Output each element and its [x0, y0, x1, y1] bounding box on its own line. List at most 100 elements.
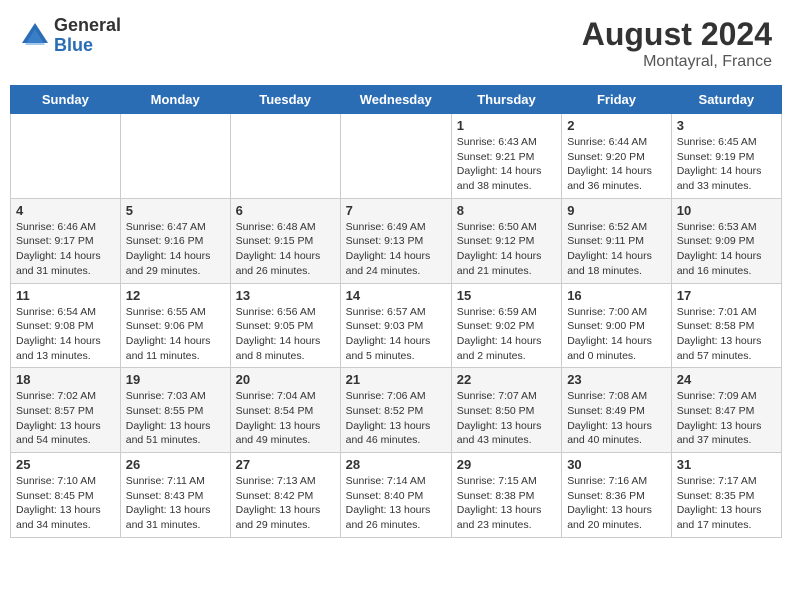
- day-number: 16: [567, 288, 666, 303]
- day-number: 23: [567, 372, 666, 387]
- day-info: Sunrise: 6:54 AM Sunset: 9:08 PM Dayligh…: [16, 305, 115, 364]
- day-info: Sunrise: 7:11 AM Sunset: 8:43 PM Dayligh…: [126, 474, 225, 533]
- day-number: 20: [236, 372, 335, 387]
- calendar-day-11: 11 Sunrise: 6:54 AM Sunset: 9:08 PM Dayli…: [11, 283, 121, 368]
- calendar-day-2: 2 Sunrise: 6:44 AM Sunset: 9:20 PM Daylig…: [562, 114, 672, 199]
- calendar-day-15: 15 Sunrise: 6:59 AM Sunset: 9:02 PM Dayli…: [451, 283, 561, 368]
- day-number: 25: [16, 457, 115, 472]
- month-year: August 2024: [582, 16, 772, 53]
- calendar-day-29: 29 Sunrise: 7:15 AM Sunset: 8:38 PM Dayli…: [451, 453, 561, 538]
- day-info: Sunrise: 7:02 AM Sunset: 8:57 PM Dayligh…: [16, 389, 115, 448]
- weekday-header-friday: Friday: [562, 86, 672, 114]
- day-number: 17: [677, 288, 776, 303]
- empty-cell: [11, 114, 121, 199]
- day-number: 27: [236, 457, 335, 472]
- weekday-header-monday: Monday: [120, 86, 230, 114]
- day-info: Sunrise: 6:44 AM Sunset: 9:20 PM Dayligh…: [567, 135, 666, 194]
- day-info: Sunrise: 6:45 AM Sunset: 9:19 PM Dayligh…: [677, 135, 776, 194]
- calendar-day-16: 16Sunrise: 7:00 AM Sunset: 9:00 PM Dayli…: [562, 283, 672, 368]
- day-number: 29: [457, 457, 556, 472]
- day-info: Sunrise: 6:59 AM Sunset: 9:02 PM Dayligh…: [457, 305, 556, 364]
- empty-cell: [340, 114, 451, 199]
- calendar-day-3: 3 Sunrise: 6:45 AM Sunset: 9:19 PM Daylig…: [671, 114, 781, 199]
- calendar-day-9: 9 Sunrise: 6:52 AM Sunset: 9:11 PM Daylig…: [562, 198, 672, 283]
- calendar-day-6: 6Sunrise: 6:48 AM Sunset: 9:15 PM Daylig…: [230, 198, 340, 283]
- calendar-day-31: 31Sunrise: 7:17 AM Sunset: 8:35 PM Dayli…: [671, 453, 781, 538]
- calendar-day-13: 13Sunrise: 6:56 AM Sunset: 9:05 PM Dayli…: [230, 283, 340, 368]
- calendar-week-3: 11 Sunrise: 6:54 AM Sunset: 9:08 PM Dayli…: [11, 283, 782, 368]
- day-number: 24: [677, 372, 776, 387]
- logo-general-text: General: [54, 16, 121, 36]
- day-number: 21: [346, 372, 446, 387]
- day-info: Sunrise: 7:16 AM Sunset: 8:36 PM Dayligh…: [567, 474, 666, 533]
- day-info: Sunrise: 6:47 AM Sunset: 9:16 PM Dayligh…: [126, 220, 225, 279]
- day-info: Sunrise: 6:53 AM Sunset: 9:09 PM Dayligh…: [677, 220, 776, 279]
- weekday-header-sunday: Sunday: [11, 86, 121, 114]
- day-number: 18: [16, 372, 115, 387]
- calendar-week-5: 25Sunrise: 7:10 AM Sunset: 8:45 PM Dayli…: [11, 453, 782, 538]
- logo-blue-text: Blue: [54, 36, 121, 56]
- day-number: 28: [346, 457, 446, 472]
- day-number: 14: [346, 288, 446, 303]
- day-info: Sunrise: 6:49 AM Sunset: 9:13 PM Dayligh…: [346, 220, 446, 279]
- day-number: 2: [567, 118, 666, 133]
- day-info: Sunrise: 7:01 AM Sunset: 8:58 PM Dayligh…: [677, 305, 776, 364]
- calendar-day-30: 30Sunrise: 7:16 AM Sunset: 8:36 PM Dayli…: [562, 453, 672, 538]
- day-info: Sunrise: 7:15 AM Sunset: 8:38 PM Dayligh…: [457, 474, 556, 533]
- day-info: Sunrise: 6:55 AM Sunset: 9:06 PM Dayligh…: [126, 305, 225, 364]
- calendar-day-8: 8 Sunrise: 6:50 AM Sunset: 9:12 PM Daylig…: [451, 198, 561, 283]
- location: Montayral, France: [582, 53, 772, 71]
- day-info: Sunrise: 6:43 AM Sunset: 9:21 PM Dayligh…: [457, 135, 556, 194]
- calendar-day-14: 14 Sunrise: 6:57 AM Sunset: 9:03 PM Dayli…: [340, 283, 451, 368]
- day-number: 11: [16, 288, 115, 303]
- day-info: Sunrise: 6:46 AM Sunset: 9:17 PM Dayligh…: [16, 220, 115, 279]
- day-number: 9: [567, 203, 666, 218]
- day-number: 1: [457, 118, 556, 133]
- day-info: Sunrise: 7:06 AM Sunset: 8:52 PM Dayligh…: [346, 389, 446, 448]
- calendar-day-4: 4 Sunrise: 6:46 AM Sunset: 9:17 PM Daylig…: [11, 198, 121, 283]
- day-info: Sunrise: 7:08 AM Sunset: 8:49 PM Dayligh…: [567, 389, 666, 448]
- calendar-table: SundayMondayTuesdayWednesdayThursdayFrid…: [10, 85, 782, 538]
- day-info: Sunrise: 7:04 AM Sunset: 8:54 PM Dayligh…: [236, 389, 335, 448]
- day-info: Sunrise: 6:52 AM Sunset: 9:11 PM Dayligh…: [567, 220, 666, 279]
- calendar-day-7: 7Sunrise: 6:49 AM Sunset: 9:13 PM Daylig…: [340, 198, 451, 283]
- day-info: Sunrise: 7:13 AM Sunset: 8:42 PM Dayligh…: [236, 474, 335, 533]
- day-info: Sunrise: 7:14 AM Sunset: 8:40 PM Dayligh…: [346, 474, 446, 533]
- calendar-day-23: 23 Sunrise: 7:08 AM Sunset: 8:49 PM Dayli…: [562, 368, 672, 453]
- calendar-day-1: 1 Sunrise: 6:43 AM Sunset: 9:21 PM Daylig…: [451, 114, 561, 199]
- day-info: Sunrise: 6:48 AM Sunset: 9:15 PM Dayligh…: [236, 220, 335, 279]
- day-number: 8: [457, 203, 556, 218]
- day-number: 22: [457, 372, 556, 387]
- weekday-header-wednesday: Wednesday: [340, 86, 451, 114]
- calendar-day-22: 22 Sunrise: 7:07 AM Sunset: 8:50 PM Dayli…: [451, 368, 561, 453]
- page-header: General Blue August 2024 Montayral, Fran…: [10, 10, 782, 77]
- day-info: Sunrise: 7:17 AM Sunset: 8:35 PM Dayligh…: [677, 474, 776, 533]
- day-info: Sunrise: 6:50 AM Sunset: 9:12 PM Dayligh…: [457, 220, 556, 279]
- weekday-header-row: SundayMondayTuesdayWednesdayThursdayFrid…: [11, 86, 782, 114]
- calendar-day-12: 12Sunrise: 6:55 AM Sunset: 9:06 PM Dayli…: [120, 283, 230, 368]
- day-info: Sunrise: 7:07 AM Sunset: 8:50 PM Dayligh…: [457, 389, 556, 448]
- calendar-day-24: 24 Sunrise: 7:09 AM Sunset: 8:47 PM Dayli…: [671, 368, 781, 453]
- weekday-header-thursday: Thursday: [451, 86, 561, 114]
- calendar-day-28: 28 Sunrise: 7:14 AM Sunset: 8:40 PM Dayli…: [340, 453, 451, 538]
- calendar-day-21: 21 Sunrise: 7:06 AM Sunset: 8:52 PM Dayli…: [340, 368, 451, 453]
- weekday-header-tuesday: Tuesday: [230, 86, 340, 114]
- calendar-week-1: 1 Sunrise: 6:43 AM Sunset: 9:21 PM Daylig…: [11, 114, 782, 199]
- logo-icon: [20, 21, 50, 51]
- calendar-week-2: 4 Sunrise: 6:46 AM Sunset: 9:17 PM Daylig…: [11, 198, 782, 283]
- calendar-day-25: 25Sunrise: 7:10 AM Sunset: 8:45 PM Dayli…: [11, 453, 121, 538]
- empty-cell: [230, 114, 340, 199]
- day-number: 15: [457, 288, 556, 303]
- day-info: Sunrise: 7:09 AM Sunset: 8:47 PM Dayligh…: [677, 389, 776, 448]
- logo: General Blue: [20, 16, 121, 56]
- day-number: 3: [677, 118, 776, 133]
- title-section: August 2024 Montayral, France: [582, 16, 772, 71]
- calendar-day-20: 20 Sunrise: 7:04 AM Sunset: 8:54 PM Dayli…: [230, 368, 340, 453]
- calendar-day-18: 18 Sunrise: 7:02 AM Sunset: 8:57 PM Dayli…: [11, 368, 121, 453]
- calendar-day-27: 27 Sunrise: 7:13 AM Sunset: 8:42 PM Dayli…: [230, 453, 340, 538]
- calendar-day-17: 17 Sunrise: 7:01 AM Sunset: 8:58 PM Dayli…: [671, 283, 781, 368]
- day-info: Sunrise: 6:57 AM Sunset: 9:03 PM Dayligh…: [346, 305, 446, 364]
- calendar-day-10: 10Sunrise: 6:53 AM Sunset: 9:09 PM Dayli…: [671, 198, 781, 283]
- day-number: 4: [16, 203, 115, 218]
- day-number: 19: [126, 372, 225, 387]
